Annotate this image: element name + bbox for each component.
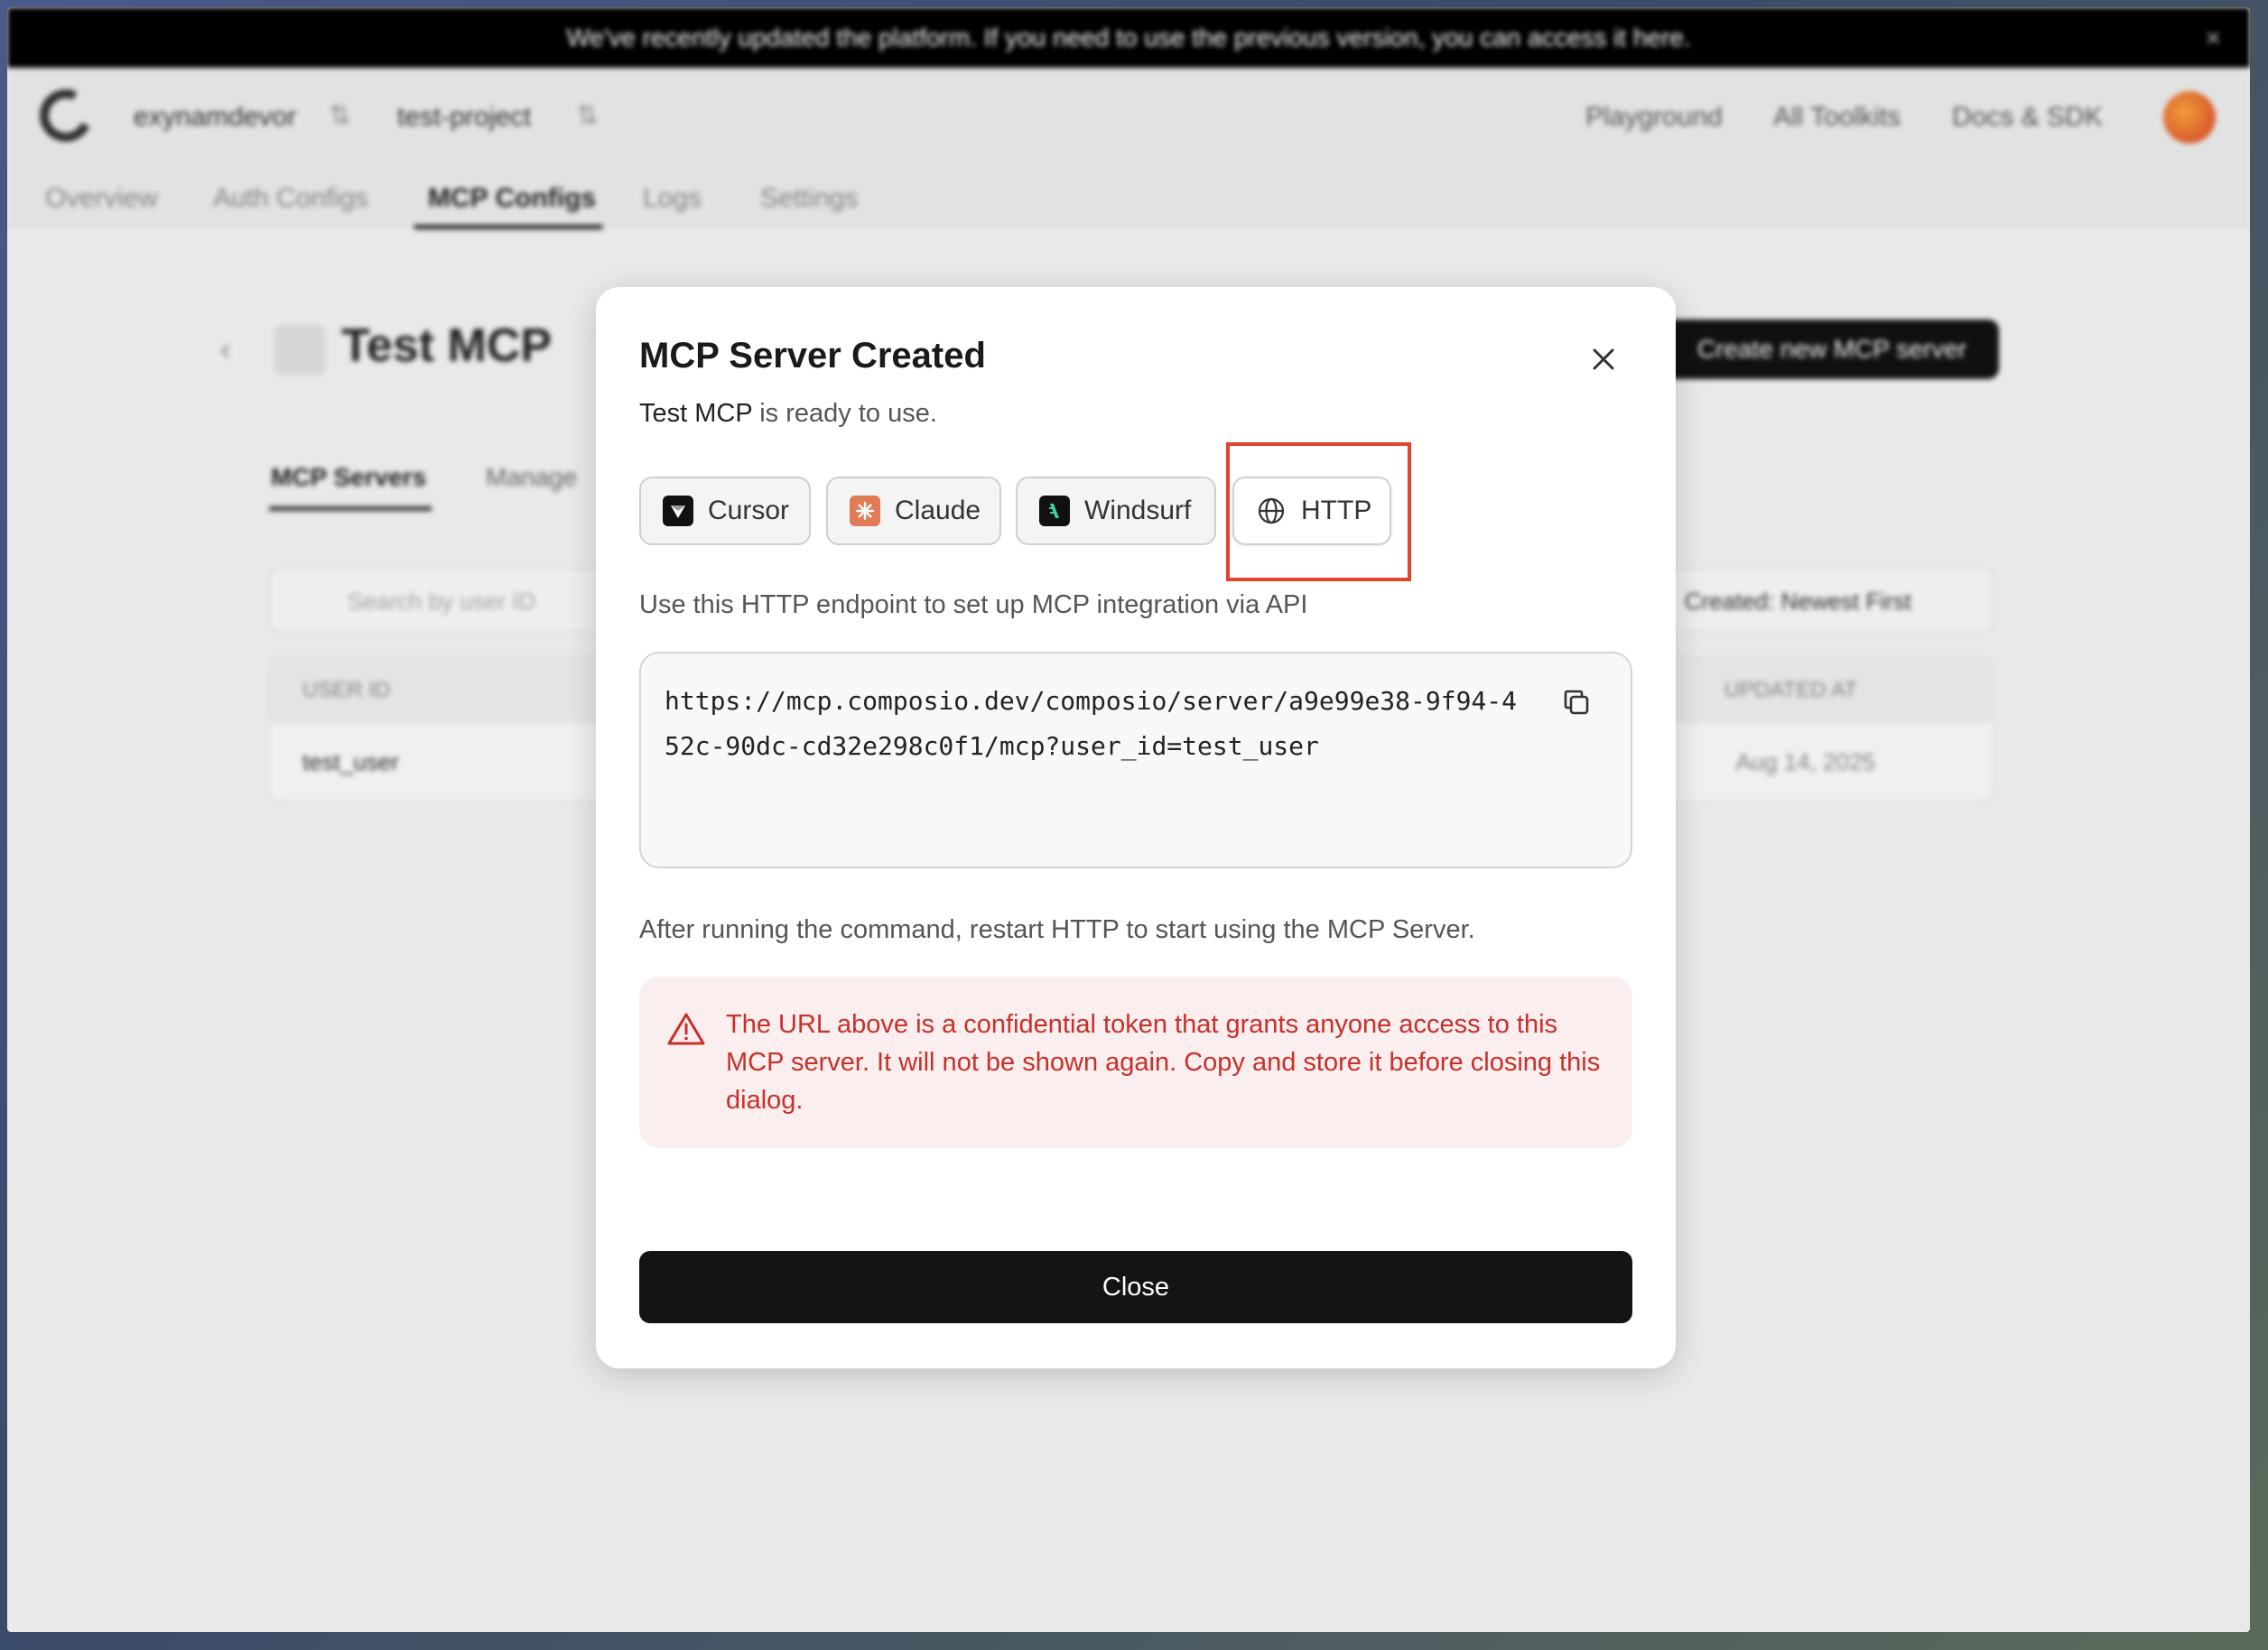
client-claude-button[interactable]: Claude — [826, 477, 1001, 545]
mcp-created-dialog: MCP Server Created Test MCP is ready to … — [596, 287, 1676, 1368]
claude-icon — [850, 496, 880, 526]
close-icon[interactable] — [1585, 341, 1622, 377]
warning-text: The URL above is a confidential token th… — [726, 1010, 1601, 1115]
client-label: Claude — [895, 496, 981, 525]
dialog-title: MCP Server Created — [639, 336, 986, 375]
confidential-warning: The URL above is a confidential token th… — [639, 977, 1632, 1148]
cursor-icon — [663, 496, 693, 526]
client-label: Cursor — [708, 496, 790, 525]
endpoint-url-box[interactable]: https://mcp.composio.dev/composio/server… — [639, 652, 1632, 868]
warning-icon — [667, 1013, 705, 1045]
windsurf-icon — [1039, 496, 1070, 526]
subtitle-text: is ready to use. — [752, 399, 937, 428]
close-button[interactable]: Close — [639, 1251, 1632, 1323]
restart-instruction: After running the command, restart HTTP … — [639, 915, 1475, 944]
app-window: We've recently updated the platform. If … — [7, 7, 2250, 1632]
copy-icon[interactable] — [1558, 684, 1594, 720]
server-name: Test MCP — [639, 399, 753, 428]
dialog-subtitle: Test MCP is ready to use. — [639, 399, 937, 429]
endpoint-description: Use this HTTP endpoint to set up MCP int… — [639, 590, 1308, 619]
endpoint-url[interactable]: https://mcp.composio.dev/composio/server… — [665, 679, 1531, 769]
client-label: Windsurf — [1084, 496, 1192, 525]
selection-highlight — [1226, 442, 1411, 581]
client-cursor-button[interactable]: Cursor — [639, 477, 811, 545]
client-windsurf-button[interactable]: Windsurf — [1016, 477, 1216, 545]
